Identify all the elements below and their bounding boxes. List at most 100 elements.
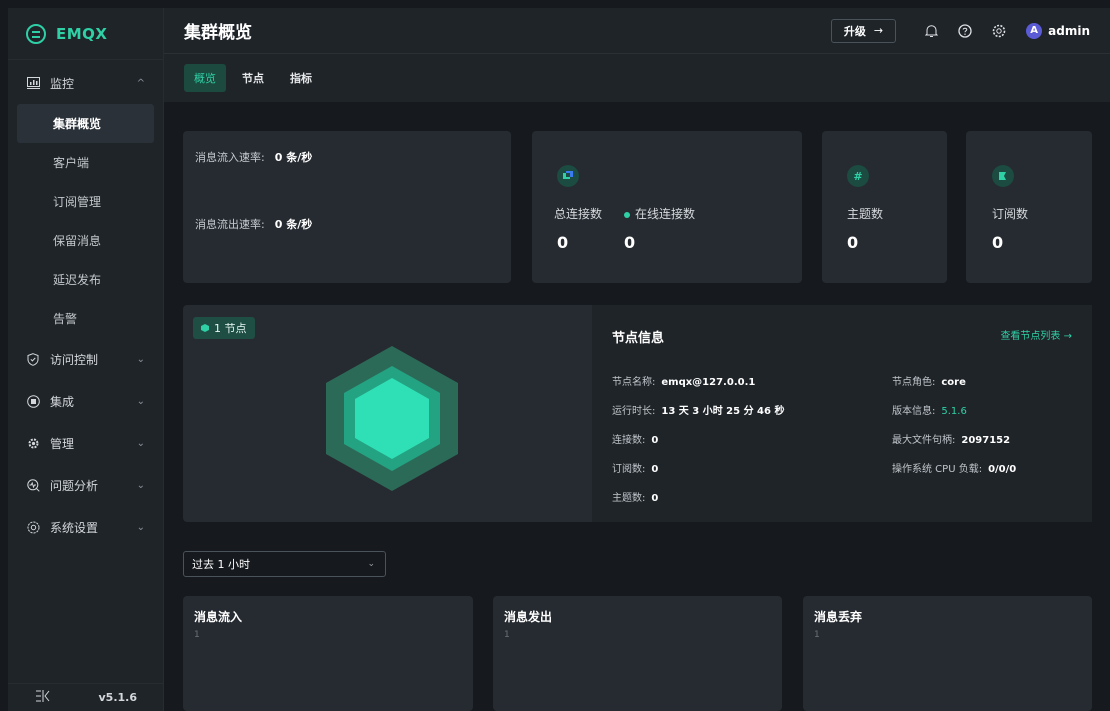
online-connections-label: 在线连接数 bbox=[624, 205, 695, 222]
header: 集群概览 升级 → A admin bbox=[164, 8, 1110, 54]
message-rate-card: 消息流入速率: 0 条/秒 消息流出速率: 0 条/秒 bbox=[183, 131, 511, 283]
gear-icon[interactable] bbox=[991, 23, 1007, 39]
sub-value: 0 bbox=[651, 464, 659, 475]
sub-label: 订阅数: bbox=[612, 464, 646, 475]
node-card: 1 节点 节点信息 查看节点列表 → 节点名称: emqx@127.0.0.1 运… bbox=[183, 305, 1092, 522]
uptime-row: 运行时长: 13 天 3 小时 25 分 46 秒 bbox=[612, 402, 784, 417]
cpu-row: 操作系统 CPU 负载: 0/0/0 bbox=[892, 460, 1016, 475]
total-connections-label: 总连接数 bbox=[554, 207, 603, 221]
tab-nodes[interactable]: 节点 bbox=[232, 64, 274, 92]
rate-in-label: 消息流入速率: bbox=[195, 151, 265, 164]
subscription-icon bbox=[992, 165, 1014, 187]
nav-group-label: 系统设置 bbox=[50, 520, 99, 535]
subscriptions-label: 订阅数 bbox=[992, 207, 1029, 221]
role-row: 节点角色: core bbox=[892, 373, 966, 388]
time-range-select[interactable]: 过去 1 小时 ⌄ bbox=[183, 551, 386, 577]
subscriptions-value: 0 bbox=[992, 233, 1004, 252]
nav-group-access-control[interactable]: 访问控制 ⌄ bbox=[8, 338, 163, 380]
fd-row: 最大文件句柄: 2097152 bbox=[892, 431, 1010, 446]
chevron-up-icon: ^ bbox=[136, 77, 145, 89]
nav-group-system-settings[interactable]: 系统设置 ⌄ bbox=[8, 506, 163, 548]
sidebar-item-retained[interactable]: 保留消息 bbox=[8, 221, 163, 260]
arrow-right-icon: → bbox=[873, 24, 884, 37]
node-name-row: 节点名称: emqx@127.0.0.1 bbox=[612, 373, 755, 388]
cpu-label: 操作系统 CPU 负载: bbox=[892, 464, 983, 475]
chart-y-tick: 1 bbox=[814, 630, 820, 640]
nav-group-label: 集成 bbox=[50, 394, 75, 409]
sub-row: 订阅数: 0 bbox=[612, 460, 658, 475]
sidebar-item-cluster-overview[interactable]: 集群概览 bbox=[17, 104, 154, 143]
fd-label: 最大文件句柄: bbox=[892, 435, 956, 446]
role-value: core bbox=[941, 377, 966, 388]
sidebar-item-alarms[interactable]: 告警 bbox=[8, 299, 163, 338]
chart-y-tick: 1 bbox=[194, 630, 200, 640]
nav-group-management[interactable]: 管理 ⌄ bbox=[8, 422, 163, 464]
chart-title: 消息丢弃 bbox=[814, 610, 863, 624]
node-count-badge: 1 节点 bbox=[193, 317, 255, 339]
tab-metrics[interactable]: 指标 bbox=[280, 64, 322, 92]
time-range-value: 过去 1 小时 bbox=[192, 558, 250, 571]
help-icon[interactable] bbox=[957, 23, 973, 39]
logo[interactable]: EMQX bbox=[8, 8, 163, 60]
cpu-value: 0/0/0 bbox=[988, 464, 1017, 475]
role-label: 节点角色: bbox=[892, 377, 936, 388]
chevron-down-icon: ⌄ bbox=[136, 395, 145, 407]
nav-group-integration[interactable]: 集成 ⌄ bbox=[8, 380, 163, 422]
topic-row: 主题数: 0 bbox=[612, 489, 658, 504]
chevron-down-icon: ⌄ bbox=[136, 437, 145, 449]
view-node-list-link[interactable]: 查看节点列表 → bbox=[1000, 327, 1072, 342]
version-value: 5.1.6 bbox=[941, 406, 967, 417]
sidebar-item-clients[interactable]: 客户端 bbox=[8, 143, 163, 182]
conn-row: 连接数: 0 bbox=[612, 431, 658, 446]
node-info-title: 节点信息 bbox=[612, 331, 665, 346]
upgrade-button[interactable]: 升级 → bbox=[830, 18, 897, 43]
chart-messages-dropped: 消息丢弃 1 bbox=[803, 596, 1092, 711]
emqx-logo-icon bbox=[26, 23, 46, 44]
bell-icon[interactable] bbox=[923, 23, 939, 39]
username[interactable]: admin bbox=[1048, 24, 1090, 38]
chevron-down-icon: ⌄ bbox=[136, 521, 145, 533]
avatar[interactable]: A bbox=[1026, 22, 1043, 39]
manage-icon bbox=[26, 436, 40, 450]
topic-label: 主题数: bbox=[612, 493, 646, 504]
connections-card: 总连接数 在线连接数 0 0 bbox=[532, 131, 802, 283]
rate-out-row: 消息流出速率: 0 条/秒 bbox=[195, 216, 312, 232]
uptime-label: 运行时长: bbox=[612, 406, 656, 417]
hexagon-icon bbox=[201, 324, 209, 332]
version-row: 版本信息: 5.1.6 bbox=[892, 402, 967, 417]
conn-value: 0 bbox=[651, 435, 659, 446]
rate-in-row: 消息流入速率: 0 条/秒 bbox=[195, 149, 312, 165]
node-hexagon-graphic[interactable] bbox=[312, 341, 472, 491]
sidebar-item-subscriptions[interactable]: 订阅管理 bbox=[8, 182, 163, 221]
monitor-icon bbox=[26, 76, 40, 90]
rate-out-value: 0 条/秒 bbox=[274, 218, 313, 231]
chart-title: 消息流入 bbox=[194, 610, 243, 624]
online-connections-value: 0 bbox=[624, 233, 636, 252]
topics-value: 0 bbox=[847, 233, 859, 252]
topics-card: # 主题数 0 bbox=[822, 131, 947, 283]
online-connections-text: 在线连接数 bbox=[635, 207, 696, 221]
chevron-down-icon: ⌄ bbox=[136, 479, 145, 491]
nav-group-monitor[interactable]: 监控 ^ bbox=[8, 62, 163, 104]
nav-group-label: 问题分析 bbox=[50, 478, 99, 493]
topics-label: 主题数 bbox=[847, 207, 884, 221]
node-count-text: 1 节点 bbox=[214, 322, 247, 335]
uptime-value: 13 天 3 小时 25 分 46 秒 bbox=[661, 406, 785, 417]
total-connections-value: 0 bbox=[557, 233, 569, 252]
node-name-label: 节点名称: bbox=[612, 377, 656, 388]
nav-group-label: 管理 bbox=[50, 436, 75, 451]
version-label: 版本信息: bbox=[892, 406, 936, 417]
tab-overview[interactable]: 概览 bbox=[184, 64, 226, 92]
nav-group-diagnose[interactable]: 问题分析 ⌄ bbox=[8, 464, 163, 506]
fd-value: 2097152 bbox=[961, 435, 1011, 446]
collapse-icon[interactable] bbox=[36, 690, 50, 705]
connection-icon bbox=[557, 165, 579, 187]
chart-messages-in: 消息流入 1 bbox=[183, 596, 473, 711]
conn-label: 连接数: bbox=[612, 435, 646, 446]
upgrade-label: 升级 bbox=[843, 24, 866, 38]
chevron-down-icon: ⌄ bbox=[367, 559, 375, 569]
sidebar-item-delayed[interactable]: 延迟发布 bbox=[8, 260, 163, 299]
subscriptions-card: 订阅数 0 bbox=[966, 131, 1092, 283]
tab-bar: 概览 节点 指标 bbox=[164, 54, 1110, 102]
nav-group-label: 监控 bbox=[50, 76, 75, 91]
